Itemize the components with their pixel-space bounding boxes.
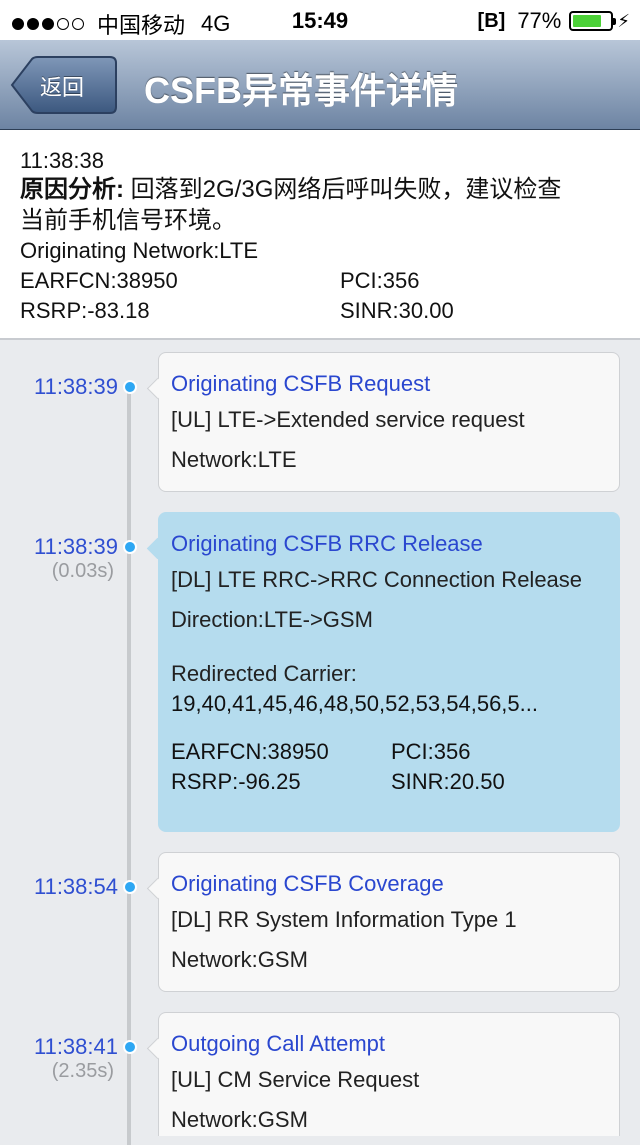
summary-earfcn: EARFCN:38950 — [20, 268, 178, 293]
event-delta: (2.35s) — [51, 1060, 114, 1082]
battery-fill — [573, 15, 602, 27]
timeline-dot — [123, 1040, 137, 1054]
event-title: Originating CSFB Coverage — [171, 871, 444, 896]
event-title: Originating CSFB Request — [171, 371, 431, 396]
summary-row-rsrp-sinr: RSRP:-83.18 SINR:30.00 — [20, 296, 620, 326]
event-card[interactable]: Originating CSFB Coverage [DL] RR System… — [158, 852, 620, 992]
event-card[interactable]: Originating CSFB Request [UL] LTE->Exten… — [158, 352, 620, 492]
event-delta: (0.03s) — [51, 560, 114, 582]
event-message: [DL] RR System Information Type 1 — [171, 907, 517, 932]
cause-label: 原因分析: — [20, 176, 124, 203]
battery-percent: 77% — [517, 8, 562, 33]
bluetooth-icon: [B] — [477, 9, 506, 32]
event-message: [UL] CM Service Request — [171, 1067, 420, 1092]
status-right: [B] 77% ⚡ — [478, 8, 630, 34]
cause-text: 回落到2G/3G网络后呼叫失败，建议检查 — [124, 176, 562, 203]
event-earfcn: EARFCN:38950 — [171, 739, 329, 764]
event-rsrp: RSRP:-96.25 — [171, 769, 301, 794]
event-card-highlighted[interactable]: Originating CSFB RRC Release [DL] LTE RR… — [158, 512, 620, 832]
event-direction: Direction:LTE->GSM — [171, 607, 373, 632]
originating-network-value: Originating Network:LTE — [20, 238, 259, 263]
battery-icon — [569, 11, 617, 31]
event-network: Network:GSM — [171, 947, 308, 972]
event-summary: 11:38:38 原因分析: 回落到2G/3G网络后呼叫失败，建议检查 当前手机… — [0, 130, 640, 340]
event-title: Outgoing Call Attempt — [171, 1031, 386, 1056]
summary-rsrp: RSRP:-83.18 — [20, 298, 150, 323]
event-time: 11:38:41 — [33, 1034, 118, 1059]
summary-row-earfcn-pci: EARFCN:38950 PCI:356 — [20, 266, 620, 296]
cause-text-continued: 当前手机信号环境。 — [20, 207, 236, 234]
navigation-bar: 返回 CSFB异常事件详情 — [0, 40, 640, 130]
originating-network: Originating Network:LTE — [20, 236, 620, 266]
cause-analysis: 原因分析: 回落到2G/3G网络后呼叫失败，建议检查 — [20, 174, 620, 206]
event-earfcn-pci: EARFCN:38950 PCI:356 — [171, 737, 619, 767]
status-bar: 中国移动 4G 15:49 [B] 77% ⚡ — [0, 0, 640, 40]
summary-pci: PCI:356 — [340, 268, 420, 293]
back-button-label: 返回 — [40, 75, 85, 100]
redirected-carrier-values: 19,40,41,45,46,48,50,52,53,54,56,5... — [171, 691, 538, 716]
timeline-dot — [123, 880, 137, 894]
event-network: Network:LTE — [171, 447, 297, 472]
summary-sinr: SINR:30.00 — [340, 298, 454, 323]
event-pci: PCI:356 — [391, 739, 471, 764]
page-title: CSFB异常事件详情 — [144, 70, 458, 111]
event-message: [UL] LTE->Extended service request — [171, 407, 525, 432]
event-title: Originating CSFB RRC Release — [171, 531, 483, 556]
back-button[interactable]: 返回 — [10, 56, 118, 114]
event-sinr: SINR:20.50 — [391, 769, 505, 794]
event-rsrp-sinr: RSRP:-96.25 SINR:20.50 — [171, 767, 619, 797]
event-network: Network:GSM — [171, 1107, 308, 1132]
timeline-line — [127, 385, 131, 1145]
redirected-carrier-label: Redirected Carrier: — [171, 661, 357, 686]
event-card[interactable]: Outgoing Call Attempt [UL] CM Service Re… — [158, 1012, 620, 1136]
event-time: 11:38:39 — [33, 374, 118, 399]
event-time: 11:38:54 — [33, 874, 118, 899]
charging-icon: ⚡ — [617, 10, 630, 31]
summary-time: 11:38:38 — [20, 148, 105, 173]
event-time: 11:38:39 — [33, 534, 118, 559]
timeline-dot — [123, 380, 137, 394]
event-message: [DL] LTE RRC->RRC Connection Release — [171, 567, 583, 592]
timeline-dot — [123, 540, 137, 554]
